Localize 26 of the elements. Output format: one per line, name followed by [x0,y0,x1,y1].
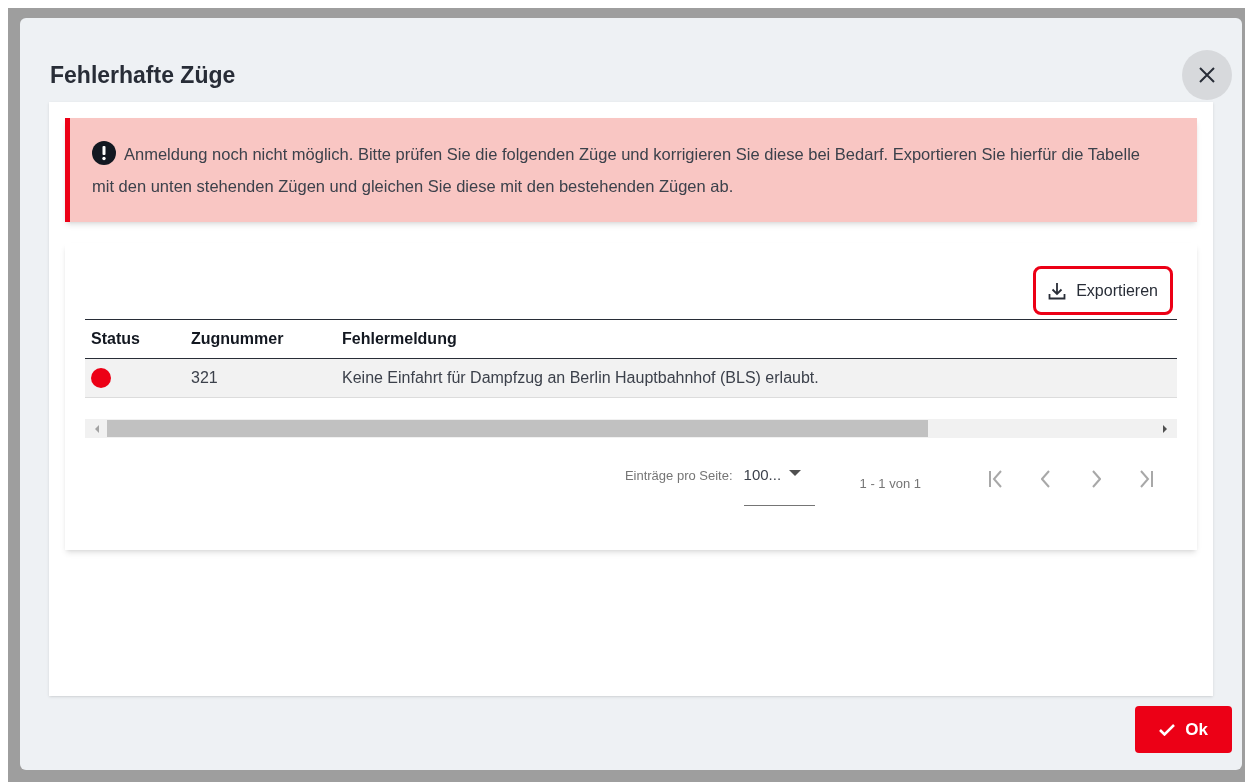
next-page-icon [1091,470,1101,488]
first-page-icon [989,470,1003,488]
download-icon [1048,281,1067,300]
dialog-title: Fehlerhafte Züge [50,60,236,90]
column-header: Fehlermeldung [336,319,1177,359]
check-icon [1159,723,1176,736]
horizontal-scrollbar[interactable] [85,419,1177,438]
table-cell: 321 [185,358,336,398]
export-button[interactable]: Exportieren [1033,266,1173,315]
last-page-icon [1139,470,1153,488]
table-cell: Keine Einfahrt für Dampfzug an Berlin Hauptbahnhof (BLS) erlaubt. [336,358,1177,398]
alert-message: Anmeldung noch nicht möglich. Bitte prüfen Sie die folgenden Züge und korrigieren Sie diese bei Bedarf. Exportieren Sie hierfür die Tabelle mit den unten stehenden Zügen und gleichen Sie diese mit den bestehenden Zügen ab. [92,138,1157,202]
close-button[interactable] [1182,50,1232,100]
dropdown-caret-icon [789,470,802,476]
ok-button[interactable]: Ok [1135,706,1232,753]
page-size-label: Einträge pro Seite: [624,467,733,485]
exclamation-icon [92,141,116,165]
scroll-right-icon [1161,424,1169,433]
column-header: Zugnummer [185,319,336,359]
column-header: Status [85,319,185,359]
scroll-left-icon [93,424,101,433]
scrollbar-thumb[interactable] [107,420,928,437]
page-range: 1 - 1 von 1 [859,475,921,493]
previous-page-icon [1041,470,1051,488]
close-icon [1198,66,1216,84]
page-size-select[interactable]: 100... [743,464,815,506]
